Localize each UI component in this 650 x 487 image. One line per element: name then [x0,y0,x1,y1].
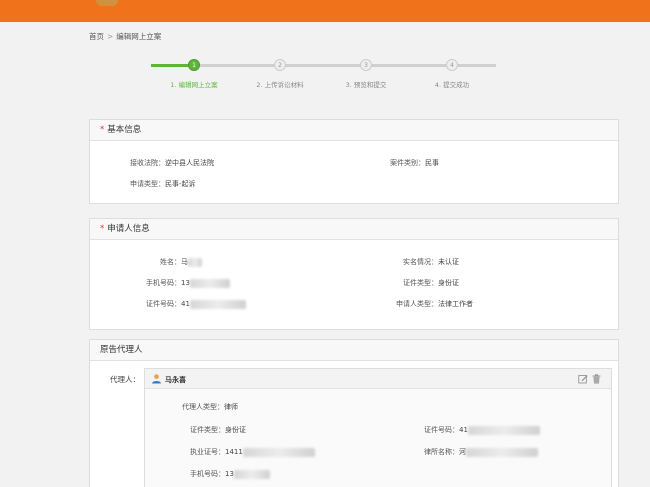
agent-id-no-label: 证件号码： [424,426,459,434]
court-field: 接收法院：逆中县人民法院 [130,158,214,168]
applicant-phone-label: 手机号码： [146,279,181,287]
step-1: 1 1. 编辑网上立案 [149,59,239,89]
applicant-info-header: * 申请人信息 [90,219,618,240]
applicant-id-type-value: 身份证 [438,279,459,287]
step-3: 3 3. 预览和提交 [321,59,411,89]
breadcrumb: 首页 > 编辑网上立案 [89,31,161,42]
applicant-name-label: 姓名： [160,258,181,266]
plaintiff-agent-panel: 原告代理人 代理人： 马永喜 代理人类型：律师 证件类型：身份证 证件号码：41… [89,339,619,487]
agent-type-label: 代理人类型： [182,403,224,411]
applicant-id-no-field: 证件号码：41 [146,299,246,309]
apply-type-field: 申请类型：民事-起诉 [130,179,196,189]
agent-id-no-field: 证件号码：41 [424,425,540,435]
court-label: 接收法院： [130,159,165,167]
agent-firm-field: 律所名称：河 [424,447,538,457]
required-mark: * [100,125,105,135]
redacted-block [466,447,538,457]
step-2-marker: 2 [274,59,286,71]
agent-license-field: 执业证号：1411 [190,447,315,457]
applicant-id-type-field: 证件类型：身份证 [403,278,459,288]
edit-icon[interactable] [578,374,588,384]
user-icon [152,374,161,384]
plaintiff-agent-header: 原告代理人 [90,340,618,361]
basic-info-title: 基本信息 [107,125,142,135]
basic-info-panel: * 基本信息 接收法院：逆中县人民法院 案件类别：民事 申请类型：民事-起诉 [89,119,619,204]
redacted-block [189,278,230,288]
agent-id-type-label: 证件类型： [190,426,225,434]
redacted-block [233,469,270,479]
redacted-block [467,425,540,435]
agent-id-type-value: 身份证 [225,426,246,434]
applicant-info-panel: * 申请人信息 姓名：马 实名情况：未认证 手机号码：13 证件类型：身份证 证件… [89,218,619,330]
top-header-bar [0,0,650,22]
breadcrumb-home-link[interactable]: 首页 [89,32,104,41]
applicant-type-value: 法律工作者 [438,300,473,308]
step-4-marker: 4 [446,59,458,71]
breadcrumb-separator: > [107,32,114,41]
redacted-block [242,447,315,457]
step-2-label: 2. 上传诉讼材料 [256,81,304,89]
required-mark: * [100,224,105,234]
redacted-block [188,257,202,267]
agent-label: 代理人： [110,375,140,384]
applicant-id-type-label: 证件类型： [403,279,438,287]
court-value: 逆中县人民法院 [165,159,214,167]
applicant-id-no-value: 41 [181,300,190,308]
step-2: 2 2. 上传诉讼材料 [235,59,325,89]
applicant-info-title: 申请人信息 [107,224,150,234]
agent-type-value: 律师 [224,403,238,411]
case-type-field: 案件类别：民事 [390,158,439,168]
applicant-phone-field: 手机号码：13 [146,278,230,288]
step-3-marker: 3 [360,59,372,71]
step-4-label: 4. 提交成功 [434,81,470,89]
agent-firm-label: 律所名称： [424,448,459,456]
apply-type-label: 申请类型： [130,180,165,188]
case-type-label: 案件类别： [390,159,425,167]
step-1-label: 1. 编辑网上立案 [170,81,218,89]
agent-card-header: 马永喜 [145,369,611,389]
applicant-name-field: 姓名：马 [160,257,202,267]
agent-type-field: 代理人类型：律师 [182,402,238,412]
case-type-value: 民事 [425,159,439,167]
step-3-label: 3. 预览和提交 [345,81,387,89]
step-1-marker: 1 [188,59,200,71]
agent-license-label: 执业证号： [190,448,225,456]
trash-icon[interactable] [592,374,601,384]
realname-value: 未认证 [438,258,459,266]
agent-id-no-value: 41 [459,426,468,434]
agent-phone-field: 手机号码：13 [190,469,270,479]
applicant-id-no-label: 证件号码： [146,300,181,308]
step-4: 4 4. 提交成功 [407,59,497,89]
agent-phone-value: 13 [225,470,234,478]
applicant-phone-value: 13 [181,279,190,287]
applicant-name-value: 马 [181,258,188,266]
breadcrumb-current: 编辑网上立案 [116,32,162,41]
applicant-type-label: 申请人类型： [396,300,438,308]
realname-label: 实名情况： [403,258,438,266]
progress-steps: 1 1. 编辑网上立案 2 2. 上传诉讼材料 3 3. 预览和提交 4 4. … [151,57,496,91]
agent-firm-value: 河 [459,448,466,456]
applicant-type-field: 申请人类型：法律工作者 [396,299,473,309]
plaintiff-agent-title: 原告代理人 [100,345,143,355]
redacted-block [189,299,246,309]
site-logo [96,0,118,6]
apply-type-value: 民事-起诉 [165,180,196,188]
realname-field: 实名情况：未认证 [403,257,459,267]
agent-card: 马永喜 代理人类型：律师 证件类型：身份证 证件号码：41 执业证号：1411 … [144,368,612,487]
agent-name: 马永喜 [165,376,186,384]
agent-license-value: 1411 [225,448,243,456]
agent-id-type-field: 证件类型：身份证 [190,425,246,435]
agent-phone-label: 手机号码： [190,470,225,478]
basic-info-header: * 基本信息 [90,120,618,141]
